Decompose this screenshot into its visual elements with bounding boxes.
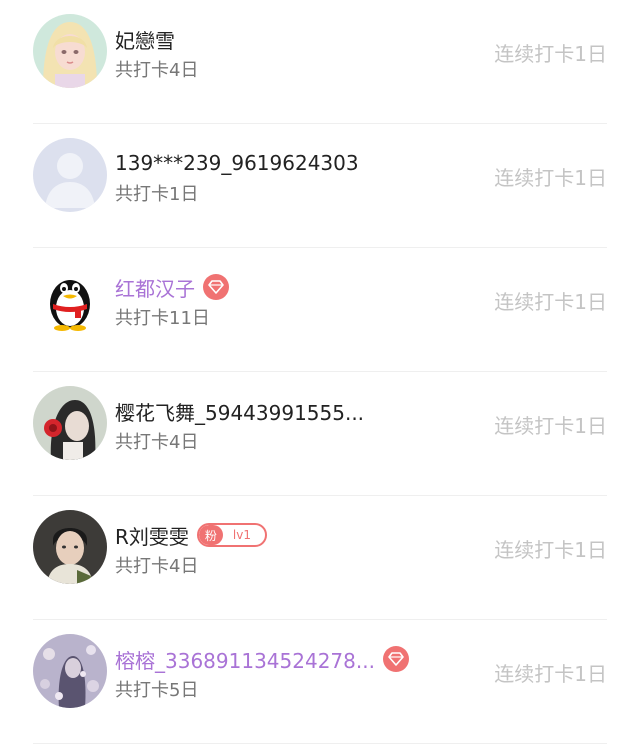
avatar[interactable]	[33, 510, 107, 584]
streak-checkin: 连续打卡1日	[494, 42, 607, 66]
anime-girl-avatar-icon	[33, 14, 107, 88]
young-man-avatar-icon	[33, 510, 107, 584]
avatar[interactable]	[33, 14, 107, 88]
total-checkin: 共打卡4日	[115, 60, 199, 81]
user-row[interactable]: 妃戀雪 共打卡4日 连续打卡1日	[0, 0, 640, 124]
user-row[interactable]: 红都汉子 共打卡11日 连续打卡1日	[0, 248, 640, 372]
streak-checkin: 连续打卡1日	[494, 662, 607, 686]
user-row[interactable]: 139***239_9619624303 共打卡1日 连续打卡1日	[0, 124, 640, 248]
total-checkin: 共打卡4日	[115, 432, 199, 453]
user-name[interactable]: 樱花飞舞_59443991555...	[115, 397, 364, 426]
avatar[interactable]	[33, 262, 107, 336]
vip-diamond-icon	[203, 274, 229, 300]
vip-diamond-icon	[382, 646, 409, 672]
default-person-avatar-icon	[33, 138, 107, 212]
total-checkin: 共打卡5日	[115, 680, 199, 701]
streak-checkin: 连续打卡1日	[494, 538, 607, 562]
checkin-ranking-list: 妃戀雪 共打卡4日 连续打卡1日 139***239_9619624303 共打…	[0, 0, 640, 744]
avatar[interactable]	[33, 386, 107, 460]
user-row[interactable]: R刘雯雯 粉 lv1 共打卡4日 连续打卡1日	[0, 496, 640, 620]
user-row[interactable]: 榕榕_336891134524278... 共打卡5日 连续打卡1日	[0, 620, 640, 744]
total-checkin: 共打卡4日	[115, 556, 199, 577]
user-name[interactable]: 139***239_9619624303	[115, 151, 359, 175]
streak-checkin: 连续打卡1日	[494, 290, 607, 314]
flower-girl-avatar-icon	[33, 634, 107, 708]
avatar[interactable]	[33, 634, 107, 708]
girl-headphones-avatar-icon	[33, 386, 107, 460]
user-row[interactable]: 樱花飞舞_59443991555... 共打卡4日 连续打卡1日	[0, 372, 640, 496]
user-name[interactable]: 榕榕_336891134524278...	[115, 645, 375, 674]
total-checkin: 共打卡11日	[115, 308, 210, 329]
user-name[interactable]: 妃戀雪	[115, 25, 175, 54]
user-name[interactable]: R刘雯雯	[115, 521, 189, 550]
fan-level-badge: 粉 lv1	[196, 523, 267, 547]
qq-penguin-avatar-icon	[33, 262, 107, 336]
streak-checkin: 连续打卡1日	[494, 166, 607, 190]
user-name[interactable]: 红都汉子	[115, 273, 195, 302]
avatar[interactable]	[33, 138, 107, 212]
fan-badge-tag: 粉	[198, 525, 223, 545]
total-checkin: 共打卡1日	[115, 184, 199, 205]
fan-badge-level: lv1	[232, 528, 251, 542]
streak-checkin: 连续打卡1日	[494, 414, 607, 438]
